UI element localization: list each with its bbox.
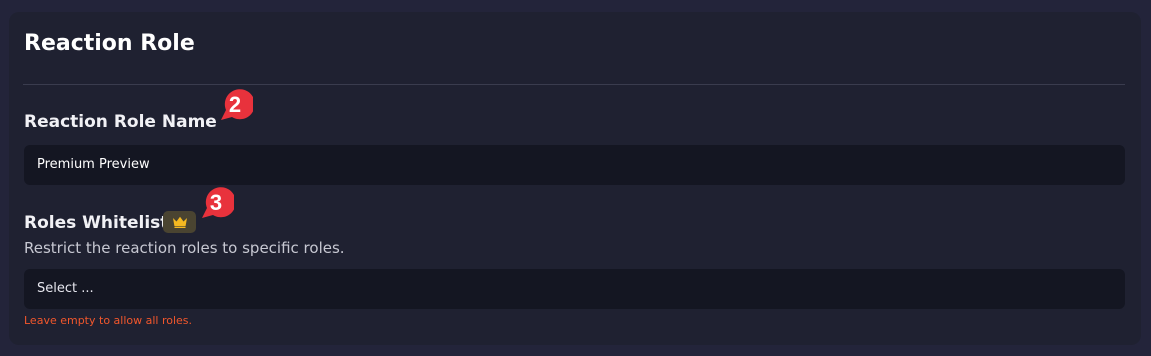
- callout-number: 3: [209, 190, 223, 215]
- callout-marker-3: 3: [198, 186, 236, 222]
- callout-number: 2: [228, 92, 242, 117]
- premium-badge: [163, 211, 196, 233]
- reaction-role-name-label: Reaction Role Name: [24, 112, 217, 132]
- callout-marker-2: 2: [217, 88, 255, 124]
- roles-whitelist-hint: Leave empty to allow all roles.: [24, 314, 193, 327]
- crown-icon: [172, 216, 187, 228]
- reaction-role-panel: Reaction Role Reaction Role Name Premium…: [9, 12, 1141, 345]
- divider: [23, 84, 1125, 85]
- reaction-role-name-input[interactable]: Premium Preview: [24, 145, 1125, 185]
- roles-whitelist-select[interactable]: Select ...: [24, 269, 1125, 309]
- panel-title: Reaction Role: [24, 31, 195, 56]
- roles-whitelist-description: Restrict the reaction roles to specific …: [24, 239, 345, 257]
- roles-whitelist-label: Roles Whitelist: [24, 213, 169, 233]
